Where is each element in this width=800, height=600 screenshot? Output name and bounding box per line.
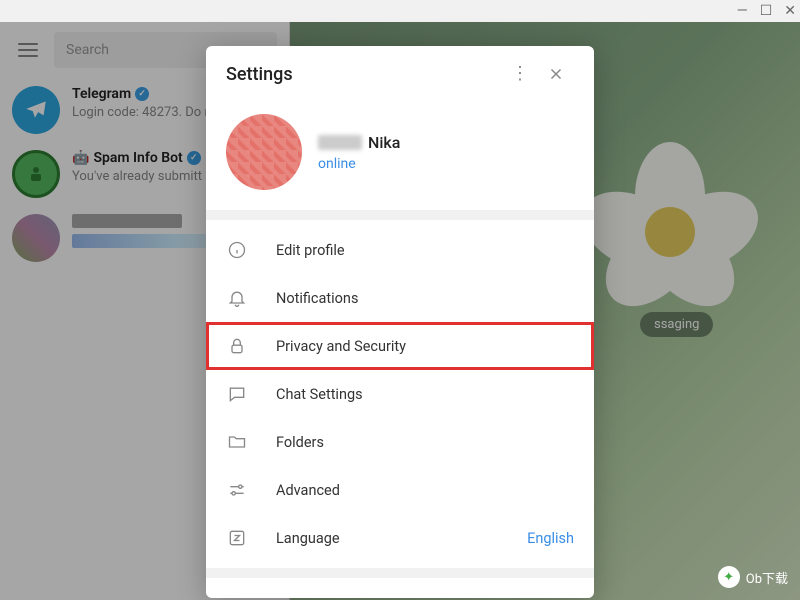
menu-item-advanced[interactable]: Advanced (206, 466, 594, 514)
close-settings-button[interactable] (538, 56, 574, 92)
menu-item-notifications[interactable]: Notifications (206, 274, 594, 322)
profile-section[interactable]: Nika online (206, 102, 594, 210)
menu-label: Notifications (276, 290, 358, 307)
language-value: English (527, 530, 574, 547)
menu-item-language[interactable]: Language English (206, 514, 594, 562)
sliders-icon (226, 480, 248, 500)
menu-item-privacy-security[interactable]: Privacy and Security (206, 322, 594, 370)
menu-item-chat-settings[interactable]: Chat Settings (206, 370, 594, 418)
menu-label: Advanced (276, 482, 340, 499)
profile-status: online (318, 156, 400, 172)
window-titlebar: — ☐ ✕ (0, 0, 800, 22)
bell-icon (226, 288, 248, 308)
profile-name: Nika (318, 133, 400, 152)
settings-title: Settings (226, 64, 502, 85)
maximize-button[interactable]: ☐ (760, 3, 773, 19)
menu-label: Chat Settings (276, 386, 363, 403)
divider (206, 568, 594, 578)
menu-item-edit-profile[interactable]: Edit profile (206, 226, 594, 274)
chat-icon (226, 384, 248, 404)
menu-item-interface-scale[interactable]: Default interface scale (206, 584, 594, 598)
info-icon (226, 240, 248, 260)
menu-label: Privacy and Security (276, 338, 406, 355)
more-options-button[interactable]: ⋮ (502, 56, 538, 92)
wechat-icon: ✦ (718, 566, 740, 588)
close-window-button[interactable]: ✕ (784, 3, 796, 19)
watermark: ✦ Ob下载 (718, 566, 788, 588)
menu-label: Folders (276, 434, 324, 451)
folder-icon (226, 432, 248, 452)
lock-icon (226, 336, 248, 356)
minimize-button[interactable]: — (737, 3, 748, 19)
language-icon (226, 528, 248, 548)
profile-avatar (226, 114, 302, 190)
settings-modal: Settings ⋮ Nika online Edit profile Noti… (206, 46, 594, 598)
divider (206, 210, 594, 220)
menu-label: Edit profile (276, 242, 345, 259)
menu-item-folders[interactable]: Folders (206, 418, 594, 466)
menu-label: Language (276, 530, 340, 547)
